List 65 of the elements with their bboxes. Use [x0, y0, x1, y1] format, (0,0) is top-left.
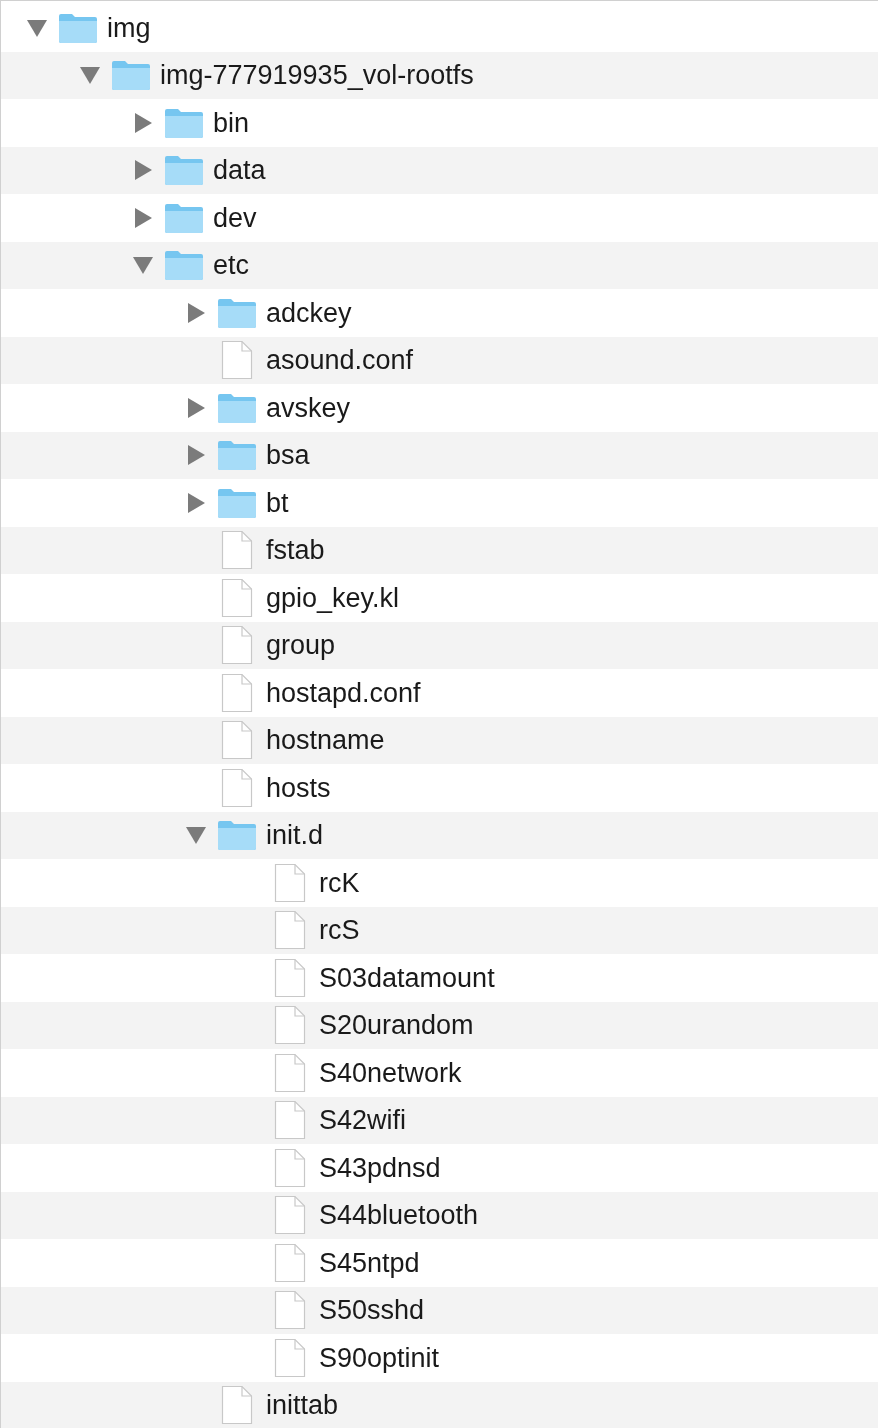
file-name[interactable]: S44bluetooth	[319, 1195, 479, 1236]
file-name[interactable]: S50sshd	[319, 1290, 425, 1331]
folder-name[interactable]: bin	[213, 102, 250, 143]
file-name[interactable]: inittab	[266, 1385, 339, 1426]
expand-triangle-icon[interactable]	[132, 206, 154, 229]
document-icon	[274, 862, 306, 903]
file-name[interactable]: asound.conf	[266, 340, 414, 381]
folder-icon	[217, 296, 257, 329]
expand-triangle-icon[interactable]	[132, 111, 154, 134]
expand-triangle-icon[interactable]	[185, 491, 207, 514]
folder-icon	[217, 486, 257, 519]
document-icon	[221, 625, 253, 666]
document-icon	[274, 1005, 306, 1046]
file-name[interactable]: S43pdnsd	[319, 1147, 441, 1188]
file-name[interactable]: S45ntpd	[319, 1242, 420, 1283]
folder-name[interactable]: init.d	[266, 815, 324, 856]
document-icon	[221, 340, 253, 381]
file-name[interactable]: fstab	[266, 530, 325, 571]
document-icon	[274, 1337, 306, 1378]
expand-triangle-icon[interactable]	[132, 159, 154, 182]
folder-name[interactable]: data	[213, 150, 266, 191]
folder-name[interactable]: adckey	[266, 292, 352, 333]
folder-icon	[217, 819, 257, 852]
document-icon	[274, 1242, 306, 1283]
expand-triangle-icon[interactable]	[185, 396, 207, 419]
file-name[interactable]: S42wifi	[319, 1100, 407, 1141]
document-icon	[274, 1290, 306, 1331]
file-name[interactable]: S20urandom	[319, 1005, 474, 1046]
file-name[interactable]: S40network	[319, 1052, 462, 1093]
folder-icon	[164, 249, 204, 282]
document-icon	[221, 577, 253, 618]
document-icon	[274, 957, 306, 998]
document-icon	[221, 720, 253, 761]
folder-icon	[111, 59, 151, 92]
file-name[interactable]: rcS	[319, 910, 360, 951]
folder-icon	[217, 439, 257, 472]
folder-icon	[217, 391, 257, 424]
file-name[interactable]: hostapd.conf	[266, 672, 421, 713]
document-icon	[221, 530, 253, 571]
expand-triangle-icon[interactable]	[185, 301, 207, 324]
document-icon	[274, 1052, 306, 1093]
document-icon	[274, 1147, 306, 1188]
folder-icon	[164, 154, 204, 187]
folder-name[interactable]: img	[107, 7, 151, 48]
folder-icon	[58, 11, 98, 44]
document-icon	[274, 1100, 306, 1141]
folder-name[interactable]: bt	[266, 482, 289, 523]
folder-icon	[164, 201, 204, 234]
folder-name[interactable]: bsa	[266, 435, 310, 476]
file-name[interactable]: S90optinit	[319, 1337, 440, 1378]
file-name[interactable]: gpio_key.kl	[266, 577, 400, 618]
folder-name[interactable]: etc	[213, 245, 250, 286]
folder-name[interactable]: avskey	[266, 387, 351, 428]
file-name[interactable]: group	[266, 625, 336, 666]
document-icon	[274, 910, 306, 951]
folder-icon	[164, 106, 204, 139]
expand-triangle-icon[interactable]	[185, 444, 207, 467]
file-name[interactable]: rcK	[319, 862, 360, 903]
document-icon	[221, 672, 253, 713]
file-name[interactable]: hostname	[266, 720, 385, 761]
document-icon	[274, 1195, 306, 1236]
file-name[interactable]: hosts	[266, 767, 331, 808]
folder-name[interactable]: dev	[213, 197, 257, 238]
document-icon	[221, 767, 253, 808]
file-name[interactable]: S03datamount	[319, 957, 495, 998]
